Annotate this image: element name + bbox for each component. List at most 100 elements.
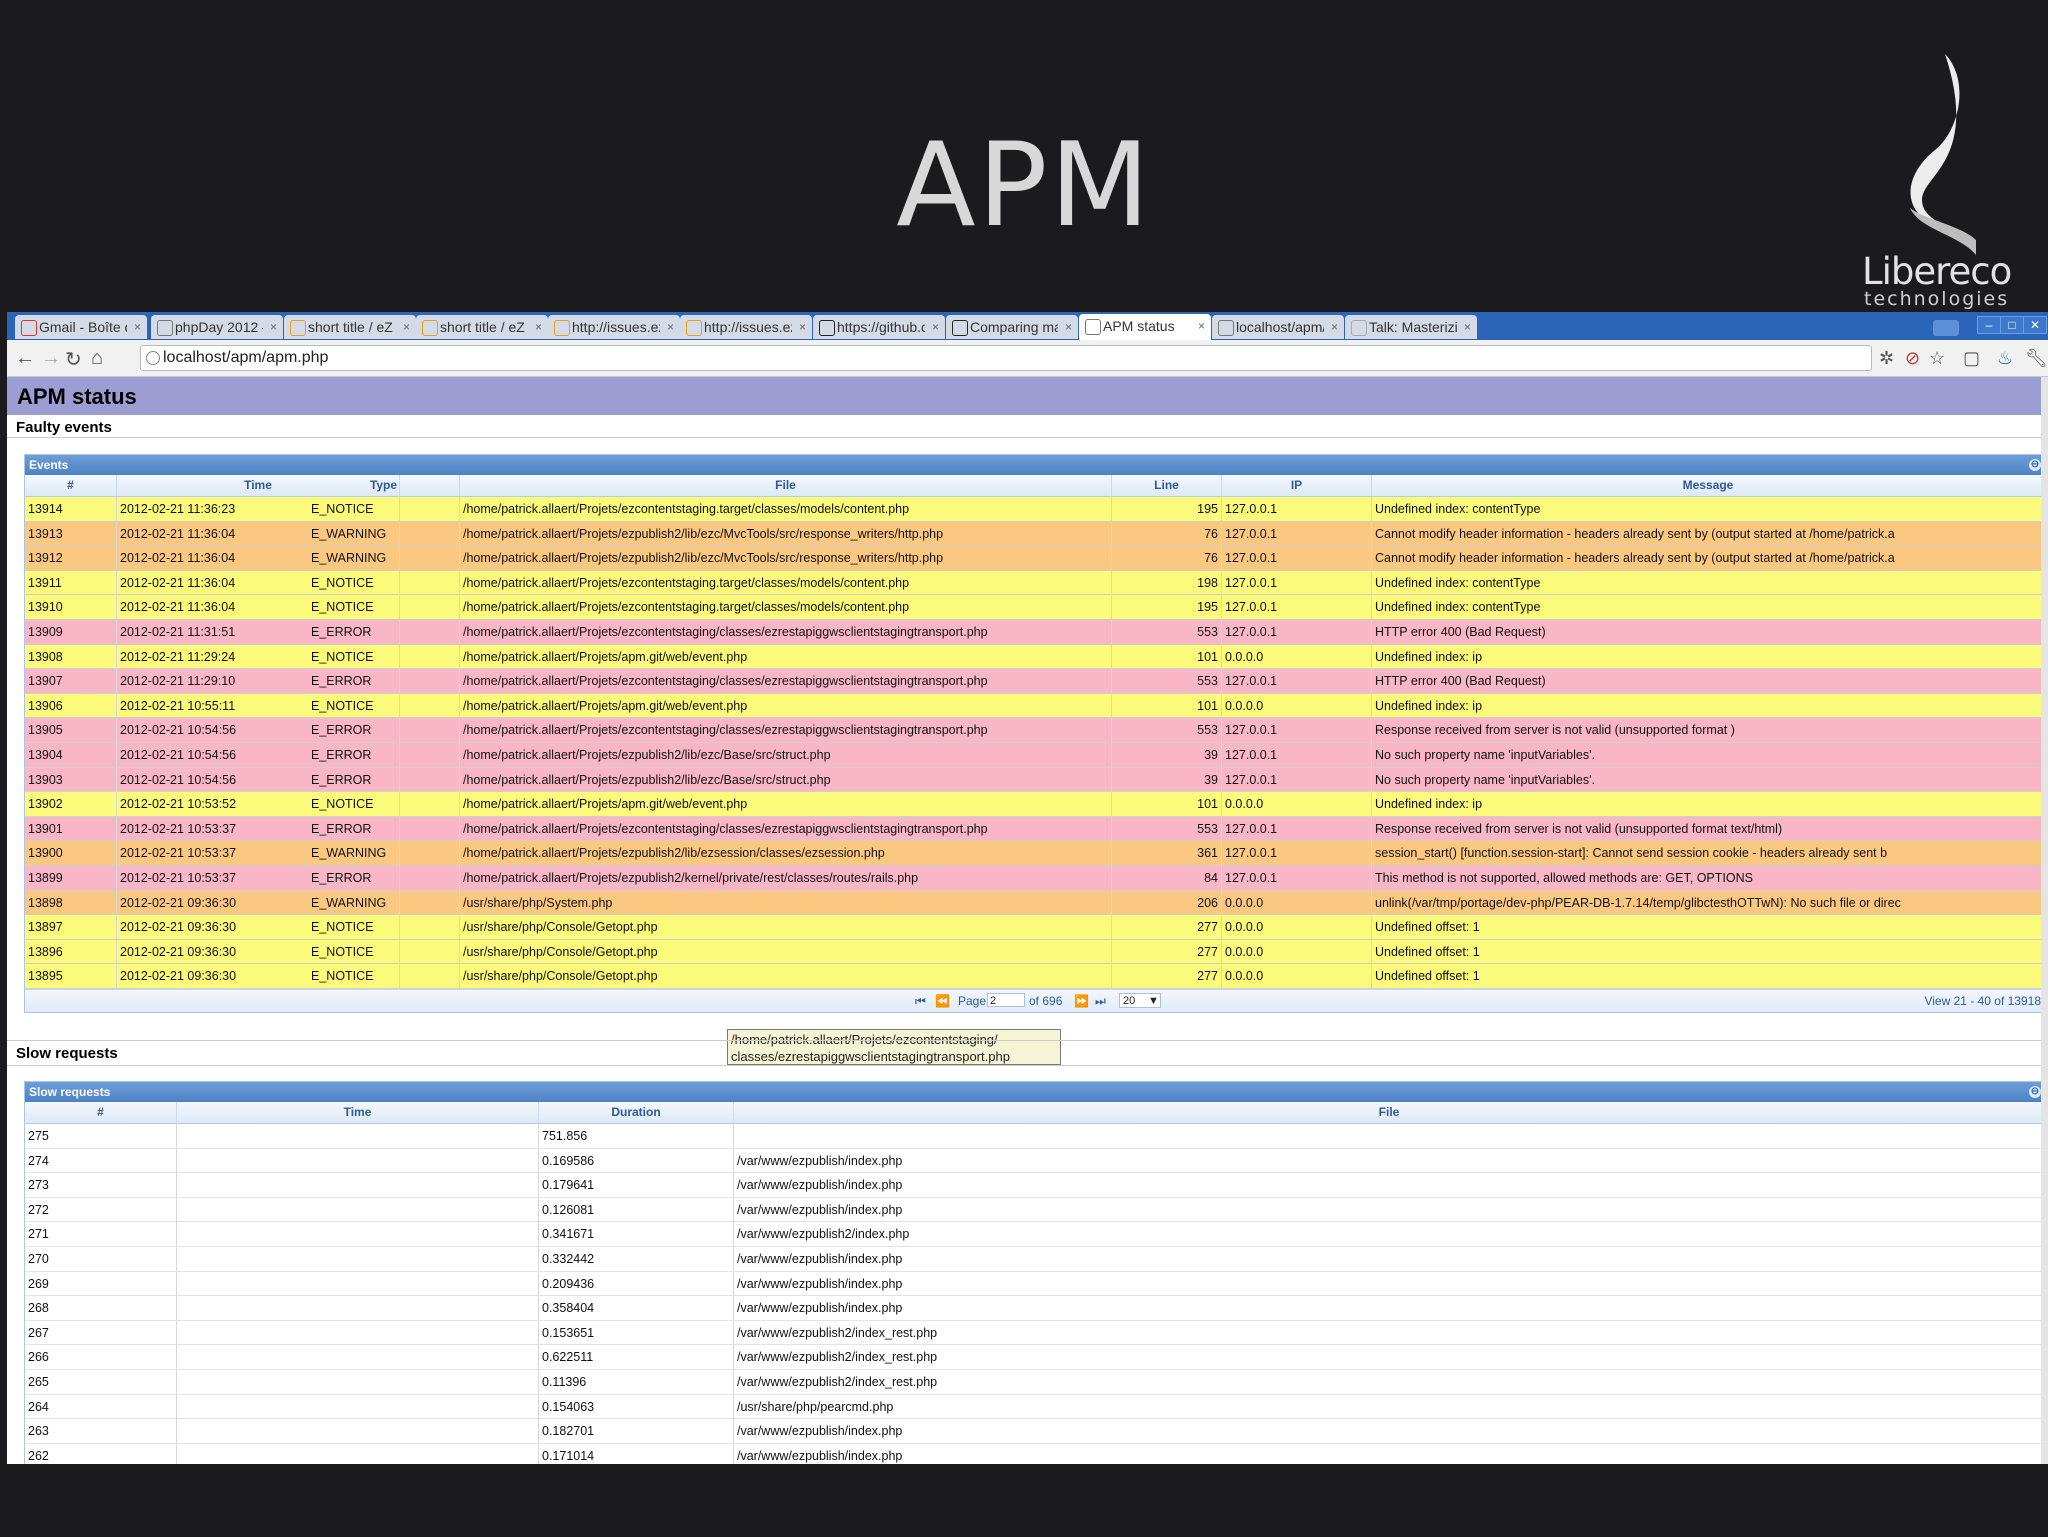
extension-icon[interactable]: ♨ [1997, 348, 2013, 369]
cell-file: /home/patrick.allaert/Projets/apm.git/we… [460, 693, 1112, 718]
table-row[interactable]: 13897 2012-02-21 09:36:30 E_NOTICE/usr/sha… [25, 915, 2041, 940]
table-row[interactable]: 13907 2012-02-21 11:29:10 E_ERROR/home/pat… [25, 669, 2041, 694]
wrench-menu-icon[interactable]: 🔧︎ [2025, 348, 2048, 369]
table-row[interactable]: 13900 2012-02-21 10:53:37 E_WARNING/home/p… [25, 841, 2041, 866]
table-row[interactable]: 13909 2012-02-21 11:31:51 E_ERROR/home/pat… [25, 619, 2041, 645]
table-row[interactable]: 265 0.11396/var/www/ezpublish2/index_rest… [25, 1369, 2041, 1395]
tab-item[interactable]: short title / eZ Pu × [416, 315, 548, 339]
table-row[interactable]: 268 0.358404/var/www/ezpublish/index.php [25, 1296, 2041, 1321]
table-row[interactable]: 266 0.622511/var/www/ezpublish2/index_res… [25, 1345, 2041, 1370]
collapse-icon[interactable]: ⊖ [2029, 459, 2041, 471]
extension-gear-icon[interactable]: ✲ [1879, 348, 1894, 369]
close-tab-icon[interactable]: × [799, 315, 806, 339]
close-tab-icon[interactable]: × [1065, 315, 1072, 339]
close-tab-icon[interactable]: × [667, 315, 674, 339]
close-tab-icon[interactable]: × [1464, 315, 1471, 339]
tab-item[interactable]: https://github.con × [813, 315, 945, 339]
tab-item[interactable]: phpDay 2012 – Ca × [151, 315, 283, 339]
minimize-button[interactable]: – [1977, 316, 2001, 334]
prev-page-icon[interactable]: ⏪ [935, 994, 950, 1008]
table-row[interactable]: 264 0.154063/usr/share/php/pearcmd.php [25, 1394, 2041, 1420]
table-row[interactable]: 273 0.179641/var/www/ezpublish/index.php [25, 1173, 2041, 1198]
column-header-message[interactable]: Message [1372, 475, 2041, 496]
table-row[interactable]: 13903 2012-02-21 10:54:56 E_ERROR/home/pat… [25, 767, 2041, 793]
tab-active[interactable]: APM status × [1079, 314, 1211, 340]
back-icon[interactable]: ← [15, 347, 35, 370]
new-tab-button[interactable] [1933, 320, 1959, 336]
column-header-ip[interactable]: IP [1222, 475, 1372, 496]
ez-icon [554, 320, 570, 336]
tab-item[interactable]: short title / eZ Pu × [284, 315, 416, 339]
table-row[interactable]: 269 0.209436/var/www/ezpublish/index.php [25, 1271, 2041, 1297]
table-row[interactable]: 13896 2012-02-21 09:36:30 E_NOTICE/usr/sha… [25, 939, 2041, 965]
table-row[interactable]: 13902 2012-02-21 10:53:52 E_NOTICE/home/pa… [25, 792, 2041, 817]
maximize-button[interactable]: □ [2000, 316, 2024, 334]
cell-line: 39 [1112, 767, 1222, 792]
table-row[interactable]: 13895 2012-02-21 09:36:30 E_NOTICE/usr/sha… [25, 964, 2041, 989]
tab-item[interactable]: http://issues.ez.n × [548, 315, 680, 339]
extension-block-icon[interactable]: ⊘ [1905, 348, 1920, 369]
table-row[interactable]: 13906 2012-02-21 10:55:11 E_NOTICE/home/pa… [25, 693, 2041, 719]
cell-ip: 0.0.0.0 [1222, 939, 1372, 964]
close-tab-icon[interactable]: × [134, 315, 141, 339]
table-row[interactable]: 13905 2012-02-21 10:54:56 E_ERROR/home/pat… [25, 718, 2041, 743]
column-header-line[interactable]: Line [1112, 475, 1222, 496]
table-row[interactable]: 13904 2012-02-21 10:54:56 E_ERROR/home/pat… [25, 742, 2041, 768]
collapse-icon[interactable]: ⊖ [2029, 1086, 2041, 1098]
close-tab-icon[interactable]: × [403, 315, 410, 339]
page-number-input[interactable]: 2 [987, 992, 1025, 1007]
table-row[interactable]: 272 0.126081/var/www/ezpublish/index.php [25, 1197, 2041, 1223]
forward-icon[interactable]: → [41, 347, 61, 370]
table-row[interactable]: 270 0.332442/var/www/ezpublish/index.php [25, 1246, 2041, 1272]
table-row[interactable]: 262 0.171014/var/www/ezpublish/index.php [25, 1443, 2041, 1464]
close-tab-icon[interactable]: × [932, 315, 939, 339]
first-page-icon[interactable]: ⏮ [915, 994, 926, 1009]
column-header-id[interactable]: # [25, 1102, 177, 1123]
table-row[interactable]: 274 0.169586/var/www/ezpublish/index.php [25, 1148, 2041, 1174]
table-row[interactable]: 13912 2012-02-21 11:36:04 E_WARNING/home/p… [25, 546, 2041, 571]
globe-icon [157, 320, 173, 336]
column-header-file[interactable]: File [460, 475, 1112, 496]
table-row[interactable]: 13911 2012-02-21 11:36:04 E_NOTICE/home/pa… [25, 570, 2041, 596]
next-page-icon[interactable]: ⏩ [1074, 994, 1089, 1008]
table-row[interactable]: 275 751.856 [25, 1124, 2041, 1149]
home-icon[interactable]: ⌂ [91, 347, 103, 370]
page-info-icon[interactable] [146, 351, 160, 365]
close-tab-icon[interactable]: × [535, 315, 542, 339]
last-page-icon[interactable]: ⏭ [1095, 994, 1106, 1009]
column-header-type[interactable]: Type [308, 475, 460, 496]
table-row[interactable]: 13899 2012-02-21 10:53:37 E_ERROR/home/pat… [25, 865, 2041, 891]
close-window-button[interactable]: ✕ [2023, 316, 2047, 334]
tab-item[interactable]: Gmail - Boîte de r × [15, 315, 147, 339]
bookmark-star-icon[interactable]: ☆ [1929, 348, 1945, 369]
table-row[interactable]: 267 0.153651/var/www/ezpublish2/index_res… [25, 1320, 2041, 1346]
table-row[interactable]: 13913 2012-02-21 11:36:04 E_WARNING/home/p… [25, 521, 2041, 547]
table-row[interactable]: 271 0.341671/var/www/ezpublish2/index.php [25, 1222, 2041, 1247]
close-tab-icon[interactable]: × [1331, 315, 1338, 339]
cell-id: 13912 [25, 546, 117, 571]
column-header-file[interactable]: File [734, 1102, 2041, 1123]
table-row[interactable]: 263 0.182701/var/www/ezpublish/index.php [25, 1419, 2041, 1444]
column-header-time[interactable]: Time [177, 1102, 539, 1123]
cell-ip: 127.0.0.1 [1222, 816, 1372, 841]
tab-item[interactable]: Talk: Masterizing F × [1345, 315, 1477, 339]
table-row[interactable]: 13901 2012-02-21 10:53:37 E_ERROR/home/pat… [25, 816, 2041, 842]
tab-item[interactable]: localhost/apm/te × [1212, 315, 1344, 339]
page-action-icon[interactable]: ▢ [1963, 348, 1980, 369]
table-row[interactable]: 13898 2012-02-21 09:36:30 E_WARNING/usr/sh… [25, 890, 2041, 916]
column-header-id[interactable]: # [25, 475, 117, 496]
close-tab-icon[interactable]: × [1198, 314, 1205, 338]
address-bar[interactable]: localhost/apm/apm.php [140, 345, 1872, 371]
table-row[interactable]: 13914 2012-02-21 11:36:23 E_NOTICE/home/pa… [25, 497, 2041, 522]
column-header-duration[interactable]: Duration [539, 1102, 734, 1123]
table-row[interactable]: 13910 2012-02-21 11:36:04 E_NOTICE/home/pa… [25, 595, 2041, 620]
cell-line: 553 [1112, 816, 1222, 841]
rows-per-page-select[interactable]: 20 ▼ [1119, 992, 1161, 1008]
tab-item[interactable]: http://issues.ez.n × [680, 315, 812, 339]
table-row[interactable]: 13908 2012-02-21 11:29:24 E_NOTICE/home/pa… [25, 644, 2041, 670]
tab-item[interactable]: Comparing maste × [946, 315, 1078, 339]
vertical-scrollbar[interactable] [2041, 377, 2048, 1464]
cell-ip: 127.0.0.1 [1222, 595, 1372, 620]
close-tab-icon[interactable]: × [270, 315, 277, 339]
reload-icon[interactable]: ↻ [65, 347, 82, 372]
